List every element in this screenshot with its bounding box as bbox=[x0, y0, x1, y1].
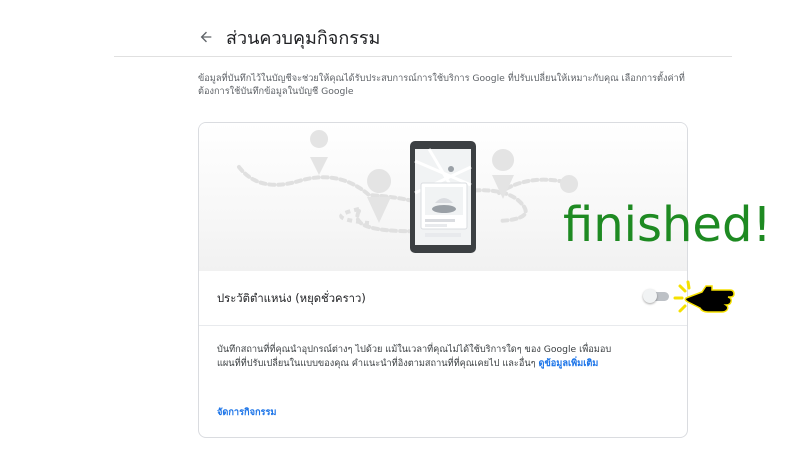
toggle-thumb bbox=[643, 289, 657, 303]
page-header: ส่วนควบคุมกิจกรรม bbox=[198, 24, 380, 50]
location-history-toggle[interactable] bbox=[643, 289, 669, 303]
intro-text: ข้อมูลที่บันทึกไว้ในบัญชีจะช่วยให้คุณได้… bbox=[198, 73, 685, 97]
location-history-description: บันทึกสถานที่ที่คุณนำอุปกรณ์ต่างๆ ไปด้วย… bbox=[217, 343, 627, 371]
learn-more-link[interactable]: ดูข้อมูลเพิ่มเติม bbox=[539, 358, 599, 369]
location-history-setting-row[interactable]: ประวัติตำแหน่ง (หยุดชั่วคราว) bbox=[199, 271, 687, 326]
manage-activity-link[interactable]: จัดการกิจกรรม bbox=[217, 405, 276, 420]
location-history-label: ประวัติตำแหน่ง (หยุดชั่วคราว) bbox=[217, 292, 366, 305]
arrow-back-icon[interactable] bbox=[198, 29, 214, 45]
header-divider bbox=[114, 56, 732, 57]
page-title: ส่วนควบคุมกิจกรรม bbox=[226, 27, 381, 49]
pointing-hand-cursor-icon bbox=[673, 280, 735, 313]
location-history-card: ประวัติตำแหน่ง (หยุดชั่วคราว) บันทึกสถาน… bbox=[198, 122, 688, 438]
finished-overlay-text: finished! bbox=[563, 197, 772, 253]
